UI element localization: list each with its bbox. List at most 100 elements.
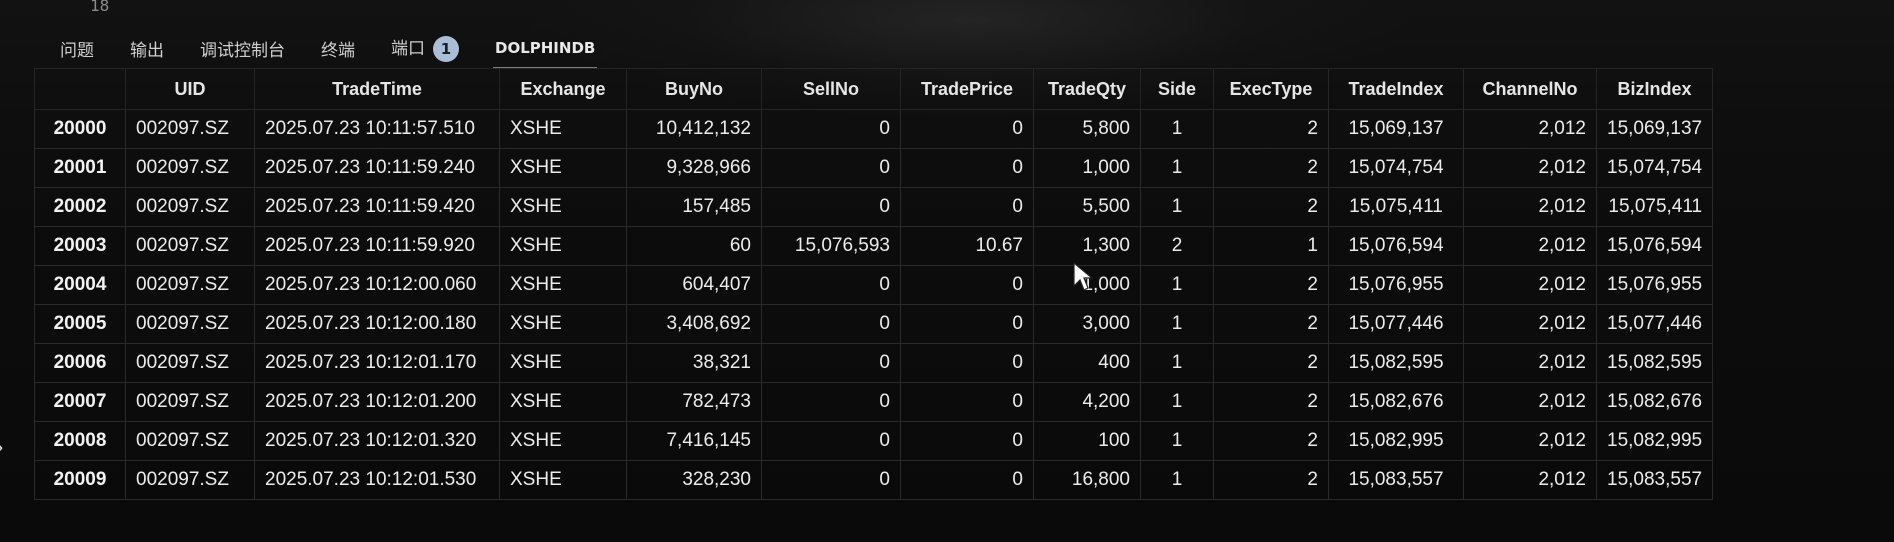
cell-channelno[interactable]: 2,012 bbox=[1463, 343, 1597, 383]
cell-side[interactable]: 2 bbox=[1140, 226, 1214, 266]
table-row[interactable]: 20002 002097.SZ 2025.07.23 10:11:59.420 XSH… bbox=[34, 187, 1714, 227]
cell-tradeqty[interactable]: 1,000 bbox=[1033, 148, 1141, 188]
cell-exectype[interactable]: 2 bbox=[1213, 304, 1329, 344]
column-header-tradeindex[interactable]: TradeIndex bbox=[1328, 68, 1464, 110]
cell-tradeindex[interactable]: 15,077,446 bbox=[1328, 304, 1464, 344]
row-index-cell[interactable]: 20001 bbox=[34, 148, 126, 188]
cell-channelno[interactable]: 2,012 bbox=[1463, 304, 1597, 344]
column-header-exchange[interactable]: Exchange bbox=[499, 68, 627, 110]
cell-channelno[interactable]: 2,012 bbox=[1463, 265, 1597, 305]
cell-channelno[interactable]: 2,012 bbox=[1463, 382, 1597, 422]
cell-tradeindex[interactable]: 15,076,594 bbox=[1328, 226, 1464, 266]
cell-exchange[interactable]: XSHE bbox=[499, 460, 627, 500]
cell-buyno[interactable]: 10,412,132 bbox=[626, 109, 762, 149]
cell-channelno[interactable]: 2,012 bbox=[1463, 187, 1597, 227]
tab-ports[interactable]: 端口 1 bbox=[391, 34, 459, 62]
cell-buyno[interactable]: 782,473 bbox=[626, 382, 762, 422]
cell-uid[interactable]: 002097.SZ bbox=[125, 109, 255, 149]
table-row[interactable]: 20000 002097.SZ 2025.07.23 10:11:57.510 XSH… bbox=[34, 109, 1714, 149]
cell-tradeindex[interactable]: 15,082,995 bbox=[1328, 421, 1464, 461]
cell-tradeindex[interactable]: 15,075,411 bbox=[1328, 187, 1464, 227]
cell-buyno[interactable]: 38,321 bbox=[626, 343, 762, 383]
table-row[interactable]: 20008 002097.SZ 2025.07.23 10:12:01.320 XSH… bbox=[34, 421, 1714, 461]
table-row[interactable]: 20007 002097.SZ 2025.07.23 10:12:01.200 XSH… bbox=[34, 382, 1714, 422]
cell-exchange[interactable]: XSHE bbox=[499, 148, 627, 188]
cell-sellno[interactable]: 0 bbox=[761, 109, 901, 149]
cell-channelno[interactable]: 2,012 bbox=[1463, 109, 1597, 149]
row-index-cell[interactable]: 20004 bbox=[34, 265, 126, 305]
cell-uid[interactable]: 002097.SZ bbox=[125, 382, 255, 422]
cell-buyno[interactable]: 3,408,692 bbox=[626, 304, 762, 344]
cell-buyno[interactable]: 7,416,145 bbox=[626, 421, 762, 461]
cell-tradeindex[interactable]: 15,074,754 bbox=[1328, 148, 1464, 188]
cell-exectype[interactable]: 1 bbox=[1213, 226, 1329, 266]
cell-tradeprice[interactable]: 0 bbox=[900, 421, 1034, 461]
cell-tradetime[interactable]: 2025.07.23 10:11:57.510 bbox=[254, 109, 500, 149]
cell-buyno[interactable]: 9,328,966 bbox=[626, 148, 762, 188]
row-index-cell[interactable]: 20006 bbox=[34, 343, 126, 383]
cell-sellno[interactable]: 0 bbox=[761, 421, 901, 461]
row-index-cell[interactable]: 20005 bbox=[34, 304, 126, 344]
table-row[interactable]: 20004 002097.SZ 2025.07.23 10:12:00.060 XSH… bbox=[34, 265, 1714, 305]
cell-bizindex[interactable]: 15,075,411 bbox=[1595, 187, 1714, 227]
cell-tradetime[interactable]: 2025.07.23 10:11:59.240 bbox=[254, 148, 500, 188]
cell-exectype[interactable]: 2 bbox=[1213, 265, 1329, 305]
cell-exchange[interactable]: XSHE bbox=[499, 265, 627, 305]
tab-problems[interactable]: 问题 bbox=[60, 36, 94, 61]
row-index-cell[interactable]: 20002 bbox=[34, 187, 126, 227]
cell-tradeprice[interactable]: 0 bbox=[900, 148, 1034, 188]
cell-bizindex[interactable]: 15,082,995 bbox=[1595, 421, 1714, 461]
cell-uid[interactable]: 002097.SZ bbox=[125, 187, 255, 227]
column-header-side[interactable]: Side bbox=[1140, 68, 1214, 110]
cell-exchange[interactable]: XSHE bbox=[499, 226, 627, 266]
row-index-cell[interactable]: 20000 bbox=[34, 109, 126, 149]
cell-tradeqty[interactable]: 4,200 bbox=[1033, 382, 1141, 422]
cell-tradeprice[interactable]: 0 bbox=[900, 304, 1034, 344]
column-header-bizindex[interactable]: BizIndex bbox=[1595, 68, 1714, 110]
cell-sellno[interactable]: 0 bbox=[761, 187, 901, 227]
cell-exectype[interactable]: 2 bbox=[1213, 343, 1329, 383]
cell-buyno[interactable]: 60 bbox=[626, 226, 762, 266]
cell-exectype[interactable]: 2 bbox=[1213, 382, 1329, 422]
table-row[interactable]: 20001 002097.SZ 2025.07.23 10:11:59.240 XSH… bbox=[34, 148, 1714, 188]
column-header-index[interactable] bbox=[34, 68, 126, 110]
cell-side[interactable]: 1 bbox=[1140, 382, 1214, 422]
cell-sellno[interactable]: 15,076,593 bbox=[761, 226, 901, 266]
table-row[interactable]: 20005 002097.SZ 2025.07.23 10:12:00.180 XSH… bbox=[34, 304, 1714, 344]
row-index-cell[interactable]: 20008 bbox=[34, 421, 126, 461]
cell-exchange[interactable]: XSHE bbox=[499, 382, 627, 422]
column-header-uid[interactable]: UID bbox=[125, 68, 255, 110]
cell-tradetime[interactable]: 2025.07.23 10:12:01.320 bbox=[254, 421, 500, 461]
cell-tradeqty[interactable]: 100 bbox=[1033, 421, 1141, 461]
cell-side[interactable]: 1 bbox=[1140, 343, 1214, 383]
column-header-tradeprice[interactable]: TradePrice bbox=[900, 68, 1034, 110]
cell-bizindex[interactable]: 15,077,446 bbox=[1595, 304, 1714, 344]
cell-tradetime[interactable]: 2025.07.23 10:11:59.920 bbox=[254, 226, 500, 266]
tab-terminal[interactable]: 终端 bbox=[321, 36, 355, 61]
column-header-exectype[interactable]: ExecType bbox=[1213, 68, 1329, 110]
cell-exectype[interactable]: 2 bbox=[1213, 109, 1329, 149]
cell-tradeprice[interactable]: 0 bbox=[900, 382, 1034, 422]
cell-bizindex[interactable]: 15,069,137 bbox=[1595, 109, 1714, 149]
cell-exectype[interactable]: 2 bbox=[1213, 460, 1329, 500]
cell-tradeprice[interactable]: 10.67 bbox=[900, 226, 1034, 266]
tab-debug-console[interactable]: 调试控制台 bbox=[200, 36, 285, 61]
cell-bizindex[interactable]: 15,076,594 bbox=[1595, 226, 1714, 266]
cell-bizindex[interactable]: 15,082,676 bbox=[1595, 382, 1714, 422]
cell-tradeqty[interactable]: 3,000 bbox=[1033, 304, 1141, 344]
cell-exectype[interactable]: 2 bbox=[1213, 148, 1329, 188]
cell-tradeindex[interactable]: 15,069,137 bbox=[1328, 109, 1464, 149]
cell-buyno[interactable]: 157,485 bbox=[626, 187, 762, 227]
chevron-right-icon[interactable]: › bbox=[0, 434, 3, 460]
cell-tradeprice[interactable]: 0 bbox=[900, 187, 1034, 227]
cell-side[interactable]: 1 bbox=[1140, 109, 1214, 149]
cell-side[interactable]: 1 bbox=[1140, 148, 1214, 188]
cell-exectype[interactable]: 2 bbox=[1213, 187, 1329, 227]
cell-bizindex[interactable]: 15,082,595 bbox=[1595, 343, 1714, 383]
cell-uid[interactable]: 002097.SZ bbox=[125, 265, 255, 305]
cell-tradeqty[interactable]: 5,800 bbox=[1033, 109, 1141, 149]
cell-bizindex[interactable]: 15,074,754 bbox=[1595, 148, 1714, 188]
row-index-cell[interactable]: 20007 bbox=[34, 382, 126, 422]
cell-sellno[interactable]: 0 bbox=[761, 148, 901, 188]
cell-channelno[interactable]: 2,012 bbox=[1463, 421, 1597, 461]
